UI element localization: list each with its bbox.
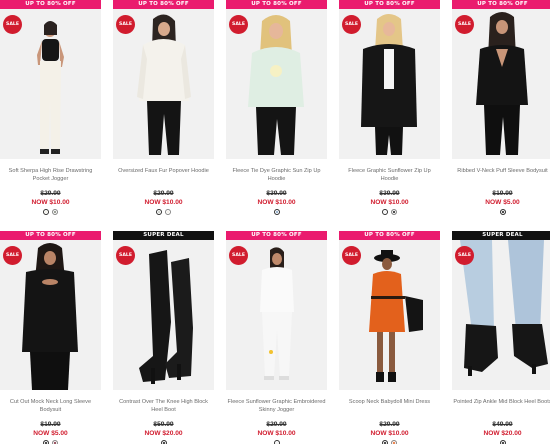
sale-price: NOW $5.00 [485,199,520,206]
promo-banner: UP TO 80% OFF [0,231,101,240]
sale-badge: SALE [455,15,474,34]
sale-badge: SALE [116,15,135,34]
product-card[interactable]: UP TO 80% OFF SALE Fleece Graphic Sunflo… [339,0,440,216]
color-swatch[interactable] [391,209,397,215]
sale-badge: SALE [229,246,248,265]
color-swatch[interactable] [273,440,280,444]
sale-price: NOW $10.00 [144,199,183,206]
color-swatches [0,440,101,444]
product-image[interactable]: SALE [452,9,550,159]
product-card[interactable]: UP TO 80% OFF SALE Cut Out Mock Neck Lon… [0,231,101,444]
color-swatches [0,209,101,216]
sale-price: NOW $5.00 [33,430,68,437]
product-name[interactable]: Soft Sherpa High Rise Drawstring Pocket … [0,167,101,187]
sale-badge: SALE [116,246,135,265]
original-price: $49.99 [492,421,513,428]
sale-price: NOW $10.00 [257,430,296,437]
color-swatch[interactable] [165,209,171,215]
promo-banner: UP TO 80% OFF [452,0,550,9]
original-price: $29.99 [40,190,61,197]
color-swatch[interactable] [273,209,280,215]
color-swatch[interactable] [382,440,388,444]
color-swatch[interactable] [382,209,388,215]
product-image[interactable]: SALE [339,240,440,390]
color-swatches [226,209,327,216]
product-image[interactable]: SALE [113,9,214,159]
color-swatch[interactable] [52,440,58,444]
promo-banner: UP TO 80% OFF [339,231,440,240]
product-name[interactable]: Fleece Graphic Sunflower Zip Up Hoodie [339,167,440,187]
product-grid: UP TO 80% OFF SALE Soft Sherpa High Rise… [0,0,550,444]
original-price: $59.99 [153,421,174,428]
product-name[interactable]: Contrast Over The Knee High Block Heel B… [113,398,214,418]
color-swatch[interactable] [52,209,58,215]
original-price: $29.99 [266,421,287,428]
product-card[interactable]: SUPER DEAL SALE Pointed Zip Ankle Mid Bl… [452,231,550,444]
color-swatches [339,209,440,216]
product-image[interactable]: SALE [113,240,214,390]
product-image[interactable]: SALE [0,240,101,390]
original-price: $39.99 [266,190,287,197]
color-swatches [113,209,214,216]
original-price: $29.99 [153,190,174,197]
product-card[interactable]: UP TO 80% OFF SALE Scoop Neck Babydoll M… [339,231,440,444]
sale-badge: SALE [229,15,248,34]
sale-badge: SALE [3,246,22,265]
product-name[interactable]: Fleece Sunflower Graphic Embroidered Ski… [226,398,327,418]
color-swatch[interactable] [499,209,506,215]
color-swatches [339,440,440,444]
sale-badge: SALE [342,15,361,34]
color-swatches [452,440,550,444]
promo-banner: SUPER DEAL [113,231,214,240]
color-swatch[interactable] [391,440,397,444]
product-image[interactable]: SALE [0,9,101,159]
color-swatches [452,209,550,216]
product-name[interactable]: Scoop Neck Babydoll Mini Dress [339,398,440,418]
promo-banner: UP TO 80% OFF [339,0,440,9]
product-card[interactable]: SUPER DEAL SALE Contrast Over The Knee H… [113,231,214,444]
product-card[interactable]: UP TO 80% OFF SALE Soft Sherpa High Rise… [0,0,101,216]
sale-price: NOW $20.00 [483,430,522,437]
original-price: $29.99 [379,421,400,428]
product-card[interactable]: UP TO 80% OFF SALE Fleece Tie Dye Graphi… [226,0,327,216]
sale-price: NOW $10.00 [31,199,70,206]
color-swatches [226,440,327,444]
original-price: $19.99 [492,190,513,197]
sale-price: NOW $10.00 [370,430,409,437]
promo-banner: UP TO 80% OFF [0,0,101,9]
sale-badge: SALE [3,15,22,34]
sale-price: NOW $10.00 [370,199,409,206]
promo-banner: SUPER DEAL [452,231,550,240]
color-swatch[interactable] [160,440,167,444]
product-name[interactable]: Oversized Faux Fur Popover Hoodie [113,167,214,187]
product-name[interactable]: Ribbed V-Neck Puff Sleeve Bodysuit [452,167,550,187]
sale-badge: SALE [455,246,474,265]
product-card[interactable]: UP TO 80% OFF SALE Fleece Sunflower Grap… [226,231,327,444]
product-card[interactable]: UP TO 80% OFF SALE Ribbed V-Neck Puff Sl… [452,0,550,216]
product-card[interactable]: UP TO 80% OFF SALE Oversized Faux Fur Po… [113,0,214,216]
original-price: $39.99 [379,190,400,197]
sale-price: NOW $20.00 [144,430,183,437]
color-swatch[interactable] [156,209,162,215]
promo-banner: UP TO 80% OFF [226,0,327,9]
product-name[interactable]: Pointed Zip Ankle Mid Block Heel Boots [452,398,550,418]
product-image[interactable]: SALE [339,9,440,159]
product-image[interactable]: SALE [226,9,327,159]
sale-price: NOW $10.00 [257,199,296,206]
sale-badge: SALE [342,246,361,265]
product-name[interactable]: Fleece Tie Dye Graphic Sun Zip Up Hoodie [226,167,327,187]
promo-banner: UP TO 80% OFF [113,0,214,9]
color-swatch[interactable] [43,209,49,215]
product-name[interactable]: Cut Out Mock Neck Long Sleeve Bodysuit [0,398,101,418]
product-image[interactable]: SALE [452,240,550,390]
color-swatches [113,440,214,444]
color-swatch[interactable] [43,440,49,444]
promo-banner: UP TO 80% OFF [226,231,327,240]
original-price: $19.99 [40,421,61,428]
color-swatch[interactable] [499,440,506,444]
product-image[interactable]: SALE [226,240,327,390]
